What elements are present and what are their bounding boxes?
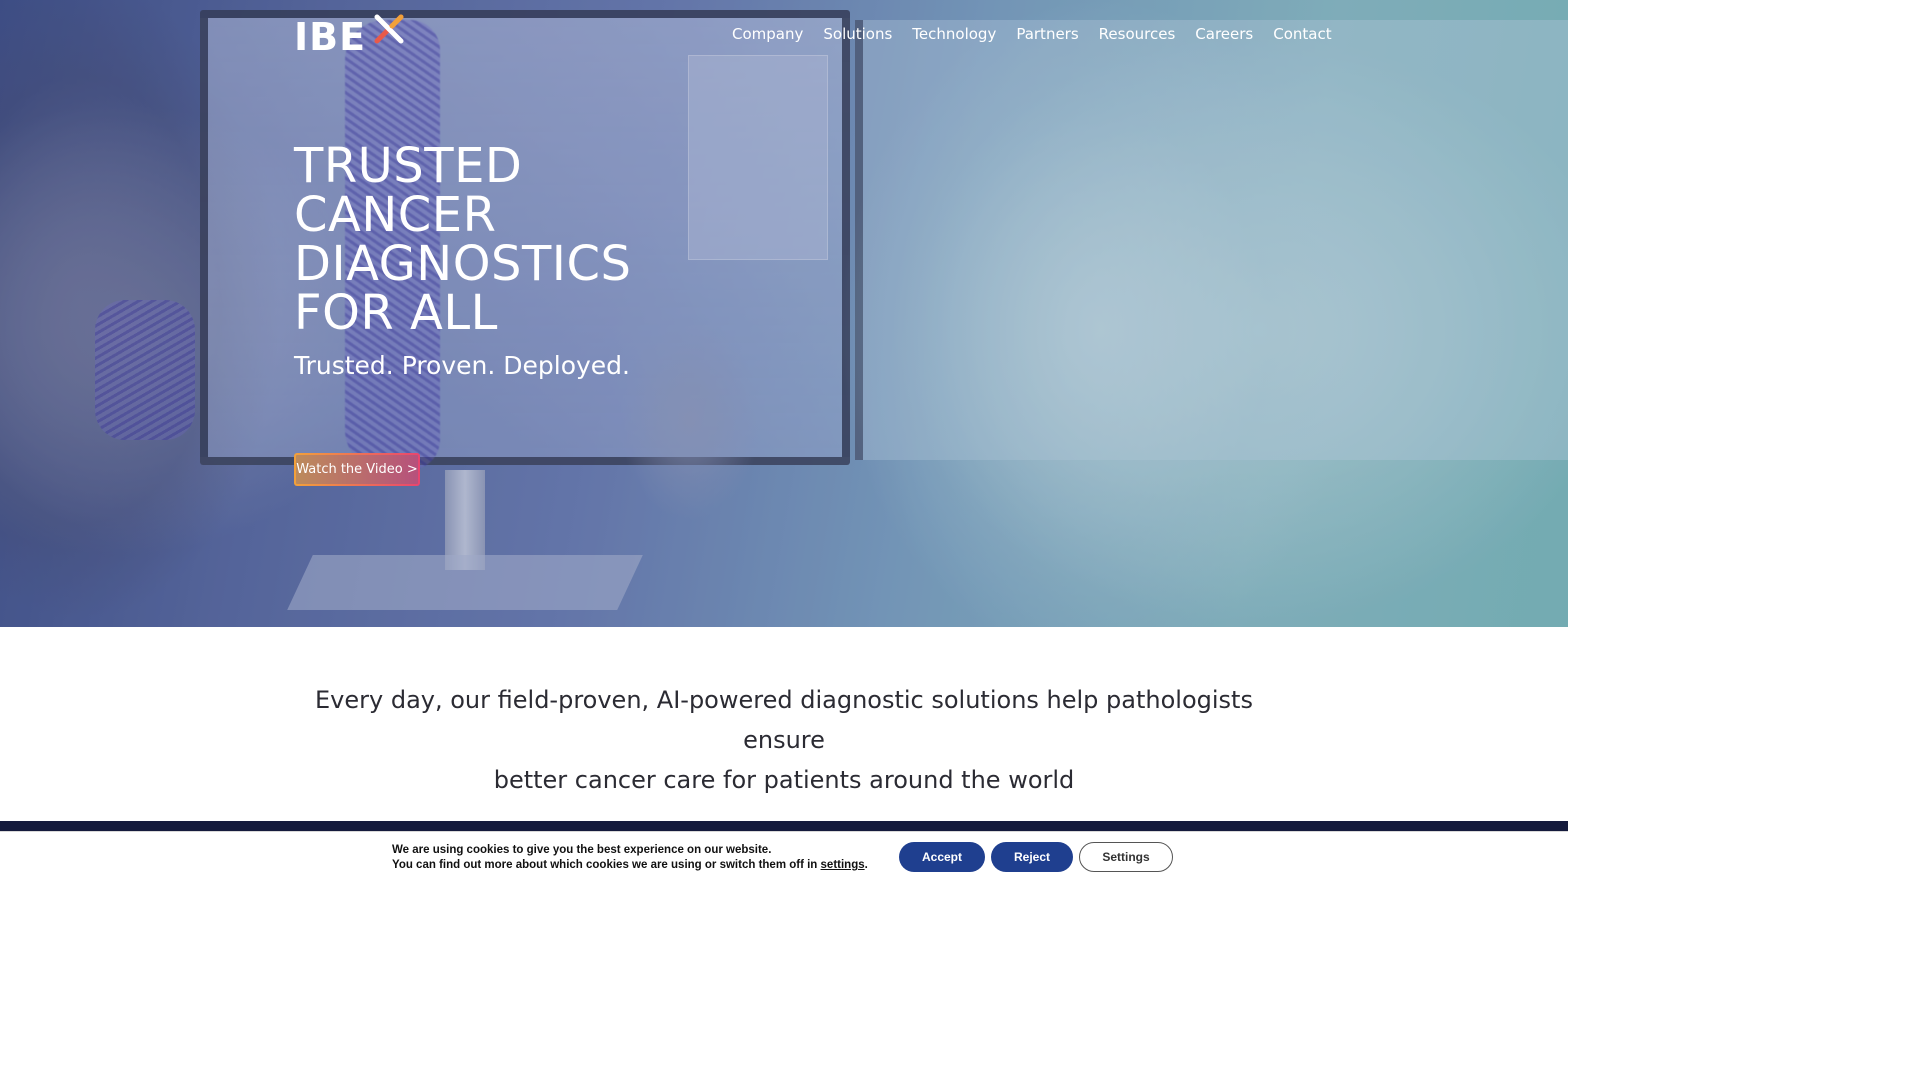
tagline-line: Every day, our field-proven, AI-powered … <box>315 686 1253 754</box>
cookie-message-line: We are using cookies to give you the bes… <box>392 844 772 856</box>
cookie-settings-link[interactable]: settings <box>821 859 865 871</box>
nav-item-resources[interactable]: Resources <box>1089 22 1186 46</box>
cookie-message-prefix: You can find out more about which cookie… <box>392 859 821 871</box>
nav-item-solutions[interactable]: Solutions <box>813 22 902 46</box>
logo-x-mark-icon <box>374 14 404 44</box>
cookie-message: We are using cookies to give you the bes… <box>392 843 868 873</box>
cookie-message-suffix: . <box>864 859 868 871</box>
ibex-logo[interactable]: IBE <box>294 14 404 59</box>
hero-title-line: CANCER <box>294 187 497 243</box>
cookie-consent-bar: We are using cookies to give you the bes… <box>0 831 1568 882</box>
hero-section: IBE Company Solutions Technology Partner… <box>0 0 1568 627</box>
nav-item-careers[interactable]: Careers <box>1185 22 1263 46</box>
tagline-section: Every day, our field-proven, AI-powered … <box>284 680 1284 800</box>
hero-title-line: TRUSTED <box>294 138 523 194</box>
tagline-line: better cancer care for patients around t… <box>493 766 1075 794</box>
cookie-settings-button[interactable]: Settings <box>1079 842 1173 872</box>
hero-title-line: FOR ALL <box>294 285 498 341</box>
cookie-reject-button[interactable]: Reject <box>991 842 1073 872</box>
nav-item-company[interactable]: Company <box>722 22 813 46</box>
hero-title-line: DIAGNOSTICS <box>294 236 632 292</box>
nav-item-contact[interactable]: Contact <box>1263 22 1341 46</box>
hero-title: TRUSTED CANCER DIAGNOSTICS FOR ALL <box>294 142 794 338</box>
main-nav: Company Solutions Technology Partners Re… <box>722 22 1342 46</box>
watch-video-button[interactable]: Watch the Video > <box>294 453 420 486</box>
nav-item-technology[interactable]: Technology <box>902 22 1006 46</box>
cookie-message-line: You can find out more about which cookie… <box>392 858 868 873</box>
hero-subtitle: Trusted. Proven. Deployed. <box>294 351 630 380</box>
logo-wordmark: IBE <box>294 15 367 59</box>
nav-item-partners[interactable]: Partners <box>1006 22 1088 46</box>
cookie-accept-button[interactable]: Accept <box>899 842 985 872</box>
